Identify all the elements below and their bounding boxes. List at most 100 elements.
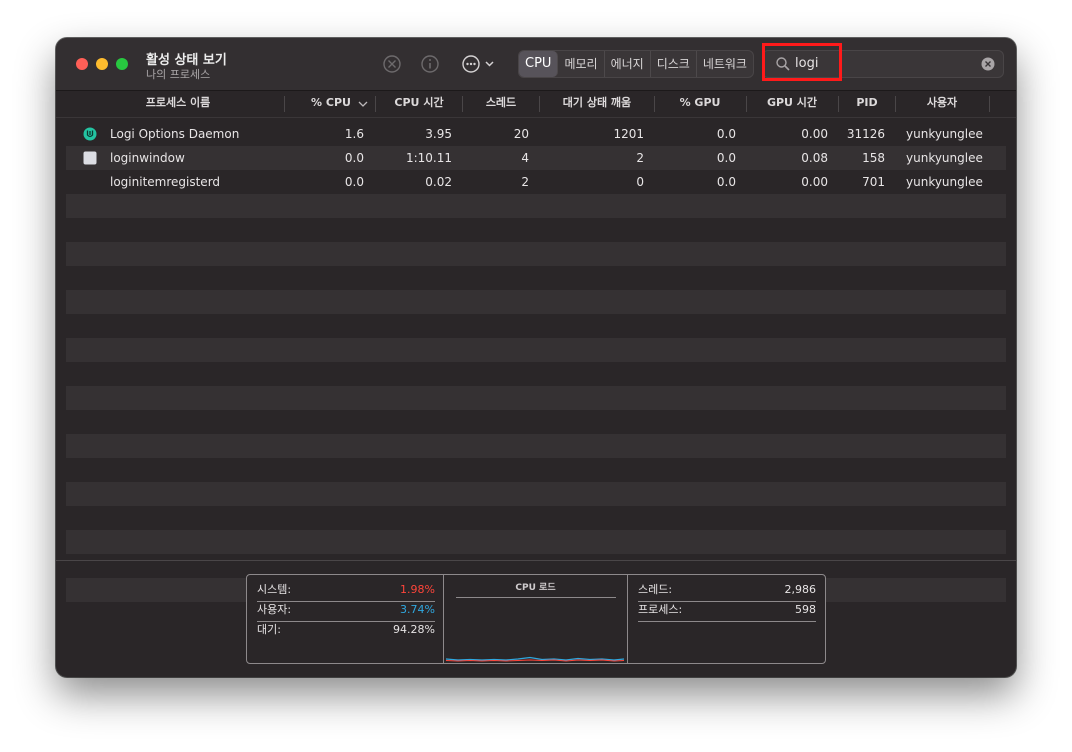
- gpu-percent: 0.0: [716, 127, 736, 141]
- column-header-cpu-time[interactable]: CPU 시간: [376, 91, 462, 117]
- empty-row: [66, 314, 1006, 338]
- column-header-name[interactable]: 프로세스 이름: [96, 91, 260, 117]
- threads-value: 2,986: [784, 583, 817, 596]
- idle-wakeups: 2: [636, 151, 644, 165]
- empty-row: [66, 218, 1006, 242]
- threads-stat: 스레드: 2,986: [638, 581, 816, 602]
- more-options-icon: [462, 55, 494, 73]
- cpu-time: 0.02: [425, 175, 452, 189]
- processes-stat: 프로세스: 598: [638, 601, 816, 622]
- cpu-time: 1:10.11: [405, 151, 452, 165]
- idle-wakeups: 1201: [613, 127, 644, 141]
- empty-row: [66, 194, 1006, 218]
- tab-disk[interactable]: 디스크: [651, 51, 697, 77]
- clear-icon[interactable]: [981, 57, 995, 71]
- tab-cpu[interactable]: CPU: [519, 51, 559, 77]
- empty-row: [66, 458, 1006, 482]
- table-row[interactable]: loginitemregisterd 0.0 0.02 2 0 0.0 0.00…: [66, 170, 1006, 194]
- search-highlight-box: [762, 43, 842, 81]
- process-name: loginitemregisterd: [110, 175, 221, 189]
- graph-divider: [456, 597, 616, 598]
- table-row[interactable]: loginwindow 0.0 1:10.11 4 2 0.0 0.08 158…: [66, 146, 1006, 170]
- user-label: 사용자:: [257, 603, 292, 616]
- cpu-time: 3.95: [425, 127, 452, 141]
- loginwindow-icon: [83, 151, 97, 165]
- activity-monitor-window: 활성 상태 보기 나의 프로세스 CPU 메모리 에너지 디스크 네트워크 lo…: [56, 38, 1016, 677]
- process-name: Logi Options Daemon: [110, 127, 240, 141]
- cpu-percent: 1.6: [344, 127, 364, 141]
- user-value: 3.74%: [400, 603, 435, 616]
- column-header-idle-wakeups[interactable]: 대기 상태 깨움: [540, 91, 654, 117]
- user: yunkyunglee: [906, 127, 983, 141]
- cpu-usage-stats: 시스템: 1.98% 사용자: 3.74% 대기: 94.28%: [247, 575, 444, 663]
- user: yunkyunglee: [906, 151, 983, 165]
- empty-row: [66, 386, 1006, 410]
- pid: 701: [862, 175, 885, 189]
- empty-row: [66, 530, 1006, 554]
- tab-network[interactable]: 네트워크: [697, 51, 753, 77]
- table-row[interactable]: Logi Options Daemon 1.6 3.95 20 1201 0.0…: [66, 122, 1006, 146]
- idle-wakeups: 0: [636, 175, 644, 189]
- empty-row: [66, 482, 1006, 506]
- sort-descending-icon[interactable]: [358, 100, 368, 108]
- user-stat: 사용자: 3.74%: [257, 601, 435, 622]
- zoom-window-button[interactable]: [116, 58, 128, 70]
- empty-row: [66, 362, 1006, 386]
- tab-memory[interactable]: 메모리: [558, 51, 605, 77]
- cpu-load-sparkline: [446, 656, 625, 662]
- column-header-threads[interactable]: 스레드: [463, 91, 539, 117]
- pid: 31126: [846, 127, 885, 141]
- system-value: 1.98%: [400, 583, 435, 596]
- gpu-time: 0.00: [801, 127, 828, 141]
- empty-row: [66, 338, 1006, 362]
- threads: 4: [521, 151, 529, 165]
- empty-row: [66, 290, 1006, 314]
- threads: 20: [513, 127, 529, 141]
- process-name: loginwindow: [110, 151, 185, 165]
- empty-row: [66, 266, 1006, 290]
- toolbar: 활성 상태 보기 나의 프로세스 CPU 메모리 에너지 디스크 네트워크 lo…: [56, 38, 1016, 91]
- system-label: 시스템:: [257, 583, 292, 596]
- minimize-window-button[interactable]: [96, 58, 108, 70]
- column-header-gpu-time[interactable]: GPU 시간: [747, 91, 837, 117]
- pid: 158: [862, 151, 885, 165]
- tab-energy[interactable]: 에너지: [605, 51, 651, 77]
- processes-label: 프로세스:: [638, 603, 683, 616]
- bottom-divider: [56, 560, 1016, 561]
- empty-row: [66, 506, 1006, 530]
- more-options-button[interactable]: [460, 53, 502, 75]
- thread-process-stats: 스레드: 2,986 프로세스: 598: [628, 575, 825, 663]
- info-icon[interactable]: [419, 53, 441, 75]
- processes-value: 598: [795, 603, 816, 616]
- empty-row: [66, 434, 1006, 458]
- gpu-time: 0.08: [801, 151, 828, 165]
- gpu-percent: 0.0: [716, 175, 736, 189]
- cpu-percent: 0.0: [344, 175, 364, 189]
- column-separator: [989, 96, 990, 112]
- cpu-load-graph: CPU 로드: [444, 575, 628, 663]
- empty-row: [66, 410, 1006, 434]
- column-header-pid[interactable]: PID: [839, 91, 895, 117]
- threads: 2: [521, 175, 529, 189]
- cpu-summary-panel: 시스템: 1.98% 사용자: 3.74% 대기: 94.28% CPU 로드 …: [246, 574, 826, 664]
- system-stat: 시스템: 1.98%: [257, 581, 435, 602]
- tab-bar: CPU 메모리 에너지 디스크 네트워크: [518, 50, 754, 78]
- stop-process-icon[interactable]: [381, 53, 403, 75]
- cpu-load-title: CPU 로드: [515, 583, 556, 593]
- process-table: Logi Options Daemon 1.6 3.95 20 1201 0.0…: [66, 122, 1006, 602]
- column-separator: [284, 96, 285, 112]
- idle-value: 94.28%: [393, 623, 435, 636]
- idle-label: 대기:: [257, 623, 281, 636]
- logi-options-icon: [83, 127, 97, 141]
- column-header-user[interactable]: 사용자: [896, 91, 988, 117]
- idle-stat: 대기: 94.28%: [257, 621, 435, 641]
- cpu-percent: 0.0: [344, 151, 364, 165]
- close-window-button[interactable]: [76, 58, 88, 70]
- threads-label: 스레드:: [638, 583, 673, 596]
- user: yunkyunglee: [906, 175, 983, 189]
- gpu-percent: 0.0: [716, 151, 736, 165]
- column-header-gpu[interactable]: % GPU: [655, 91, 745, 117]
- app-subtitle[interactable]: 나의 프로세스: [146, 66, 210, 82]
- gpu-time: 0.00: [801, 175, 828, 189]
- empty-row: [66, 242, 1006, 266]
